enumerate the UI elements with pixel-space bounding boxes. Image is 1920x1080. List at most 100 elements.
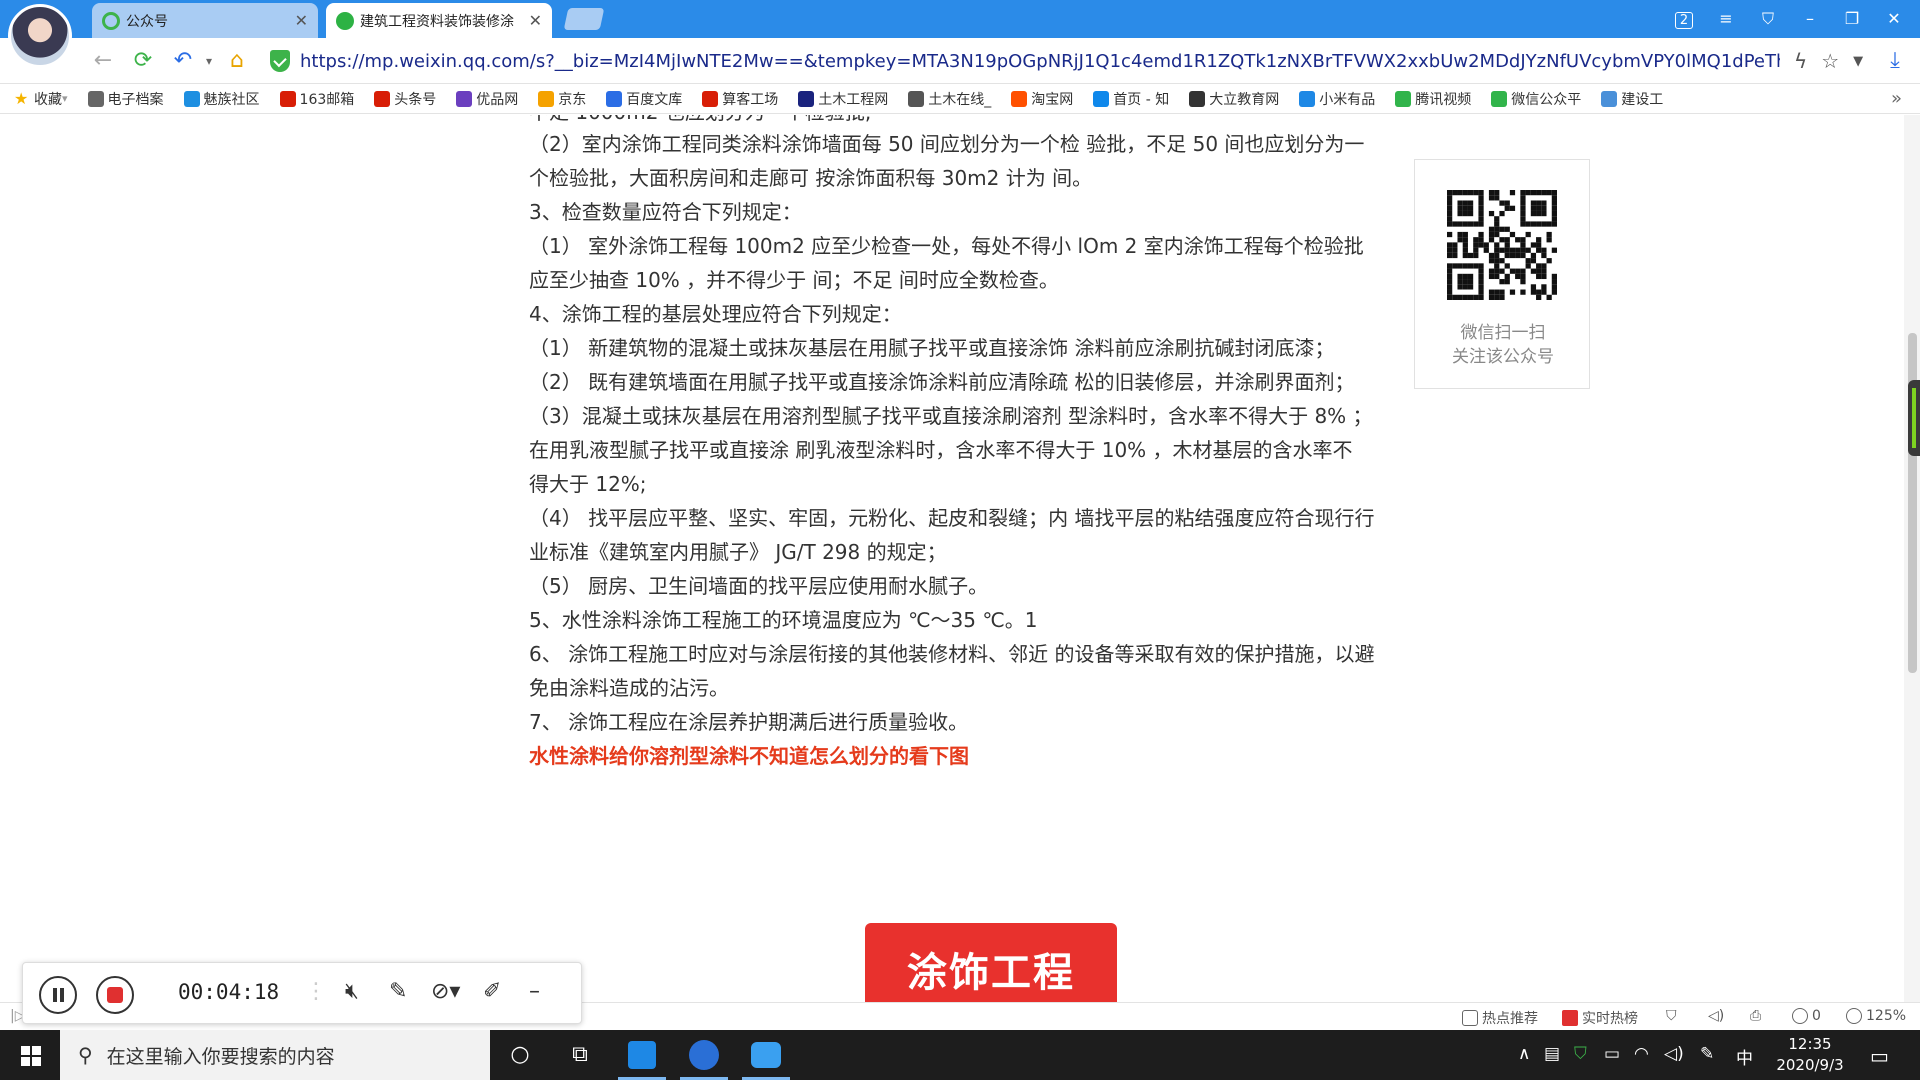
more-bookmarks-icon[interactable]: » bbox=[1891, 88, 1902, 109]
chevron-down-icon[interactable]: ▼ bbox=[1853, 54, 1863, 69]
article-paragraph: 3、检查数量应符合下列规定： bbox=[529, 200, 802, 224]
tray-expand-icon[interactable]: ∧ bbox=[1518, 1044, 1530, 1064]
minimize-recorder-icon[interactable]: – bbox=[529, 979, 540, 1004]
pen-workspace-icon[interactable]: ✎ bbox=[1700, 1044, 1714, 1064]
bookmark-item[interactable]: 淘宝网 bbox=[1011, 89, 1073, 109]
toutiao-icon bbox=[374, 90, 391, 107]
section-banner-image: 涂饰工程 bbox=[865, 923, 1117, 1002]
chevron-down-icon[interactable]: ▾ bbox=[62, 92, 68, 105]
bookmark-label: 腾讯视频 bbox=[1415, 91, 1472, 108]
sogou-taskbar-icon[interactable] bbox=[674, 1030, 734, 1080]
ime-indicator[interactable]: 中 bbox=[1736, 1044, 1753, 1069]
tab-title: 建筑工程资料装饰装修涂 bbox=[360, 13, 514, 30]
skin-icon[interactable]: ⛉ bbox=[1754, 6, 1782, 32]
battery-icon[interactable]: ▭ bbox=[1604, 1044, 1620, 1064]
browser-taskbar-icon[interactable] bbox=[612, 1030, 672, 1080]
recording-timer: 00:04:18 bbox=[178, 980, 280, 1004]
bookmark-item[interactable]: 土木工程网 bbox=[798, 89, 888, 109]
undo-dropdown-icon[interactable]: ▾ bbox=[194, 46, 224, 76]
speaker-mute-icon[interactable]: 🔇︎ bbox=[345, 979, 359, 1004]
close-tab-icon[interactable]: ✕ bbox=[529, 11, 542, 30]
stop-button[interactable] bbox=[96, 976, 134, 1014]
tab-public-account[interactable]: 公众号 ✕ bbox=[92, 3, 318, 38]
user-avatar[interactable] bbox=[8, 4, 72, 68]
bookmark-item[interactable]: 电子档案 bbox=[87, 89, 164, 109]
article-paragraph: （4） 找平层应平整、坚实、牢固，元粉化、起皮和裂缝；内 墙找平层的粘结强度应符… bbox=[529, 506, 1375, 564]
star-icon: ★ bbox=[14, 88, 29, 108]
hot-recommend-link[interactable]: 热点推荐 bbox=[1462, 1008, 1538, 1028]
clock-time: 12:35 bbox=[1788, 1035, 1832, 1053]
cortana-icon[interactable]: ○ bbox=[490, 1030, 550, 1080]
task-view-icon[interactable]: ⧉ bbox=[550, 1030, 610, 1080]
menu-icon[interactable]: ≡ bbox=[1712, 6, 1740, 32]
camera-off-icon[interactable]: ⊘▾ bbox=[431, 979, 460, 1004]
zoom-control[interactable]: 125% bbox=[1846, 1008, 1906, 1024]
recorder-taskbar-icon[interactable] bbox=[736, 1030, 796, 1080]
notification-icon[interactable]: ▭ bbox=[1870, 1044, 1889, 1068]
minimize-icon[interactable]: – bbox=[1796, 6, 1824, 32]
vertical-scrollbar[interactable] bbox=[1904, 115, 1920, 1002]
bookmark-item[interactable]: 百度文库 bbox=[606, 89, 682, 109]
bookmark-item[interactable]: 首页 - 知 bbox=[1093, 89, 1169, 109]
screen-recorder-toolbar: 00:04:18 ⋮ 🔇︎ ✎ ⊘▾ ✐ – bbox=[22, 962, 582, 1024]
bookmark-item[interactable]: 优品网 bbox=[456, 89, 518, 109]
back-icon[interactable]: ← bbox=[88, 46, 118, 76]
realtime-hot-link[interactable]: 实时热榜 bbox=[1562, 1008, 1638, 1028]
printer-icon[interactable]: ⎙ bbox=[1750, 1008, 1761, 1024]
system-clock[interactable]: 12:35 2020/9/3 bbox=[1760, 1034, 1860, 1076]
address-bar[interactable]: https://mp.weixin.qq.com/s?__biz=MzI4MjI… bbox=[270, 44, 1868, 78]
bookmark-item[interactable]: 微信公众平 bbox=[1491, 89, 1581, 109]
volume-icon[interactable]: ◁) bbox=[1664, 1044, 1684, 1064]
pen-icon[interactable]: ✐ bbox=[483, 979, 501, 1004]
wifi-icon[interactable]: ◠ bbox=[1634, 1044, 1649, 1064]
tray-app-icon[interactable]: ▤ bbox=[1544, 1044, 1560, 1064]
bookmark-star-icon[interactable]: ☆ bbox=[1821, 49, 1839, 73]
tencent-video-icon bbox=[1395, 90, 1412, 107]
xiaomi-icon bbox=[1299, 90, 1316, 107]
bookmark-item[interactable]: 大立教育网 bbox=[1189, 89, 1279, 109]
tab-article[interactable]: 建筑工程资料装饰装修涂 ✕ bbox=[326, 3, 552, 38]
bookmark-item[interactable]: 京东 bbox=[538, 89, 586, 109]
browser-title-bar: 公众号 ✕ 建筑工程资料装饰装修涂 ✕ 2 ≡ ⛉ – ❐ ✕ bbox=[0, 0, 1920, 38]
clock-date: 2020/9/3 bbox=[1776, 1056, 1844, 1074]
bookmark-label: 微信公众平 bbox=[1511, 91, 1582, 108]
tumu-online-icon bbox=[908, 90, 925, 107]
pause-button[interactable] bbox=[39, 976, 77, 1014]
lightning-icon[interactable]: ϟ bbox=[1794, 49, 1807, 73]
close-tab-icon[interactable]: ✕ bbox=[295, 11, 308, 30]
youpin-icon bbox=[456, 90, 473, 107]
bookmark-item[interactable]: 腾讯视频 bbox=[1395, 89, 1471, 109]
bookmark-label: 土木工程网 bbox=[818, 91, 889, 108]
start-button[interactable] bbox=[0, 1030, 60, 1080]
mail-icon bbox=[279, 90, 296, 107]
speaker-icon[interactable]: ◁) bbox=[1708, 1008, 1724, 1024]
taskbar-search-box[interactable]: ⚲ 在这里输入你要搜索的内容 bbox=[60, 1030, 490, 1080]
tray-security-icon[interactable]: ⛉ bbox=[1574, 1044, 1587, 1064]
search-icon: ⚲ bbox=[78, 1043, 93, 1067]
bookmark-item[interactable]: 土木在线_ bbox=[908, 89, 991, 109]
side-handle[interactable] bbox=[1908, 380, 1920, 456]
bookmark-item[interactable]: 魅族社区 bbox=[183, 89, 260, 109]
home-icon[interactable]: ⌂ bbox=[222, 46, 252, 76]
bookmark-item[interactable]: ★ 收藏 ▾ bbox=[14, 89, 68, 109]
bookmark-item[interactable]: 163邮箱 bbox=[279, 89, 354, 109]
bookmark-item[interactable]: 建设工 bbox=[1601, 89, 1663, 109]
baidu-icon bbox=[606, 90, 623, 107]
article-paragraph: 不足 1000m2 也应划分为一个检验批; bbox=[529, 115, 872, 129]
article-paragraph: （3）混凝土或抹灰基层在用溶剂型腻子找平或直接涂刷溶剂 型涂料时，含水率不得大于… bbox=[529, 404, 1373, 496]
download-counter[interactable]: 0 bbox=[1792, 1008, 1821, 1024]
bookmark-item[interactable]: 头条号 bbox=[374, 89, 436, 109]
bookmark-item[interactable]: 小米有品 bbox=[1299, 89, 1375, 109]
drag-handle-icon[interactable]: ⋮ bbox=[305, 979, 327, 1004]
bookmark-item[interactable]: 算客工场 bbox=[702, 89, 778, 109]
security-icon[interactable]: ⛉ bbox=[1666, 1008, 1677, 1024]
refresh-icon[interactable]: ⟳ bbox=[128, 46, 158, 76]
new-tab-button[interactable] bbox=[563, 8, 605, 30]
restore-icon[interactable]: ❐ bbox=[1838, 6, 1866, 32]
close-window-icon[interactable]: ✕ bbox=[1880, 6, 1908, 32]
wechat-mp-tab-icon bbox=[102, 11, 120, 30]
download-icon[interactable]: ⤓ bbox=[1880, 46, 1910, 76]
window-count-badge[interactable]: 2 bbox=[1670, 6, 1698, 32]
url-text[interactable]: https://mp.weixin.qq.com/s?__biz=MzI4MjI… bbox=[300, 51, 1780, 72]
microphone-off-icon[interactable]: ✎ bbox=[389, 979, 407, 1004]
